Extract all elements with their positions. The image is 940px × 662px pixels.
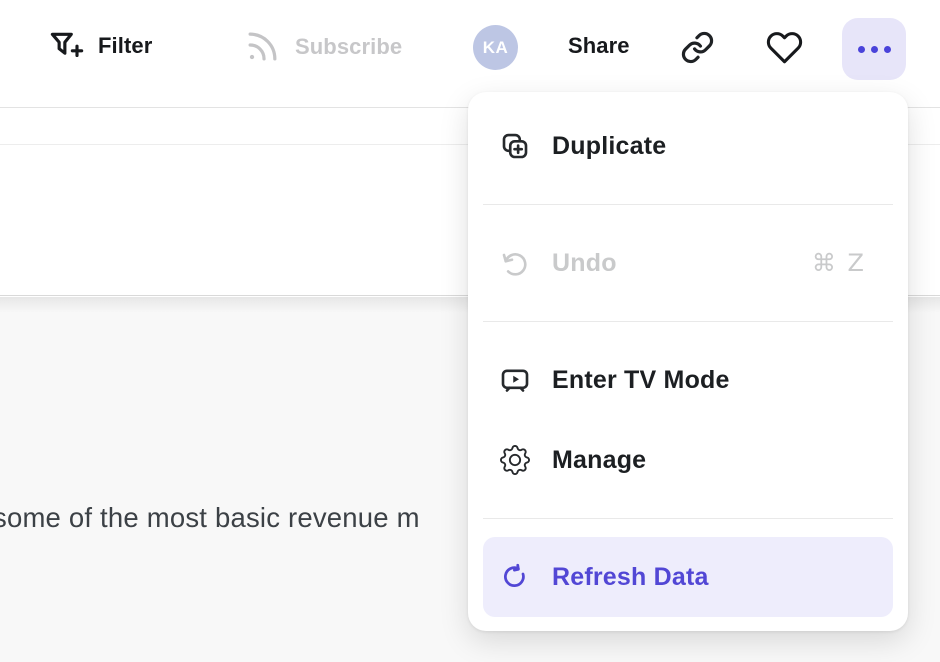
user-avatar[interactable]: KA bbox=[473, 25, 518, 70]
app-screen: some of the most basic revenue m Filter … bbox=[0, 0, 940, 662]
subscribe-label: Subscribe bbox=[295, 34, 402, 60]
filter-button[interactable]: Filter bbox=[48, 28, 152, 64]
menu-divider bbox=[483, 204, 893, 205]
menu-item-label: Duplicate bbox=[552, 132, 666, 161]
more-options-menu: Duplicate Undo ⌘ Z Enter TV M bbox=[468, 92, 908, 631]
subscribe-button[interactable]: Subscribe bbox=[244, 28, 402, 65]
menu-item-label: Manage bbox=[552, 446, 646, 475]
undo-shortcut: ⌘ Z bbox=[812, 249, 866, 277]
menu-item-refresh-data[interactable]: Refresh Data bbox=[483, 537, 893, 617]
favorite-button[interactable] bbox=[765, 29, 804, 66]
avatar-initials: KA bbox=[483, 38, 509, 58]
more-options-button[interactable] bbox=[842, 18, 906, 80]
rss-icon bbox=[244, 28, 281, 65]
filter-plus-icon bbox=[48, 28, 85, 64]
refresh-icon bbox=[500, 562, 530, 592]
ellipsis-icon bbox=[858, 46, 865, 53]
tv-icon bbox=[500, 365, 530, 395]
menu-item-manage[interactable]: Manage bbox=[483, 420, 893, 500]
heart-icon bbox=[765, 29, 804, 66]
menu-item-label: Refresh Data bbox=[552, 563, 709, 592]
menu-divider bbox=[483, 518, 893, 519]
menu-item-label: Undo bbox=[552, 249, 617, 278]
duplicate-icon bbox=[500, 131, 530, 161]
menu-item-undo[interactable]: Undo ⌘ Z bbox=[483, 223, 893, 303]
filter-label: Filter bbox=[98, 33, 152, 59]
menu-item-duplicate[interactable]: Duplicate bbox=[483, 106, 893, 186]
undo-icon bbox=[500, 248, 530, 278]
gear-icon bbox=[500, 445, 530, 475]
menu-item-enter-tv-mode[interactable]: Enter TV Mode bbox=[483, 340, 893, 420]
share-button[interactable]: Share bbox=[568, 33, 630, 59]
link-icon bbox=[680, 30, 715, 65]
copy-link-button[interactable] bbox=[680, 30, 715, 65]
menu-divider bbox=[483, 321, 893, 322]
menu-item-label: Enter TV Mode bbox=[552, 366, 730, 395]
share-label: Share bbox=[568, 33, 630, 59]
